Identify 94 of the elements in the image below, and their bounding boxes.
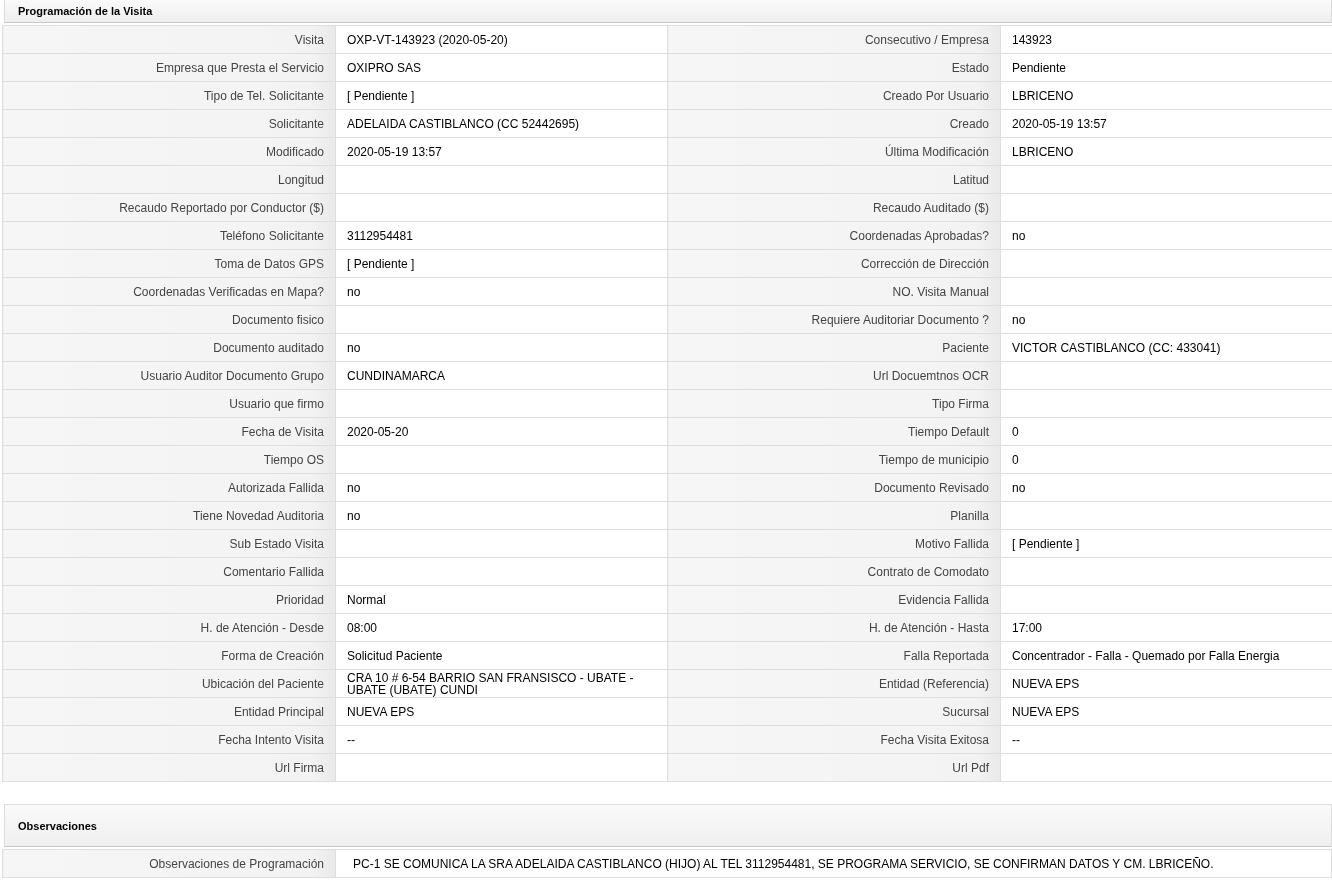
field-value: NUEVA EPS bbox=[335, 697, 668, 726]
field-value: NUEVA EPS bbox=[1000, 697, 1332, 726]
field-label: Contrato de Comodato bbox=[667, 557, 1001, 586]
field-label: Sucursal bbox=[667, 697, 1001, 726]
field-value: VICTOR CASTIBLANCO (CC: 433041) bbox=[1000, 333, 1332, 362]
field-value: CUNDINAMARCA bbox=[335, 361, 668, 390]
field-label: H. de Atención - Desde bbox=[2, 613, 336, 642]
field-label: Entidad (Referencia) bbox=[667, 669, 1001, 698]
section-title: Programación de la Visita bbox=[18, 5, 153, 17]
field-label: Coordenadas Verificadas en Mapa? bbox=[2, 277, 336, 306]
field-label: Planilla bbox=[667, 501, 1001, 530]
field-label: Entidad Principal bbox=[2, 697, 336, 726]
field-value: [ Pendiente ] bbox=[335, 81, 668, 110]
field-label: Tiene Novedad Auditoria bbox=[2, 501, 336, 530]
field-value: no bbox=[1000, 221, 1332, 250]
field-label: Coordenadas Aprobadas? bbox=[667, 221, 1001, 250]
field-value: Concentrador - Falla - Quemado por Falla Energia bbox=[1000, 641, 1332, 670]
field-value: 0 bbox=[1000, 417, 1332, 446]
field-value: 3112954481 bbox=[335, 221, 668, 250]
section-title: Observaciones bbox=[18, 819, 97, 832]
field-value: [ Pendiente ] bbox=[1000, 529, 1332, 558]
field-value: -- bbox=[335, 725, 668, 754]
field-label: Modificado bbox=[2, 137, 336, 166]
field-label: NO. Visita Manual bbox=[667, 277, 1001, 306]
field-label: Fecha Intento Visita bbox=[2, 725, 336, 754]
field-label: Usuario que firmo bbox=[2, 389, 336, 418]
field-label: Consecutivo / Empresa bbox=[667, 25, 1001, 54]
field-label: Documento fisico bbox=[2, 305, 336, 334]
field-value: no bbox=[335, 501, 668, 530]
field-label: Comentario Fallida bbox=[2, 557, 336, 586]
field-value: no bbox=[335, 277, 668, 306]
field-label: Estado bbox=[667, 53, 1001, 82]
field-label: Motivo Fallida bbox=[667, 529, 1001, 558]
field-value: OXIPRO SAS bbox=[335, 53, 668, 82]
field-label: Tiempo Default bbox=[667, 417, 1001, 446]
field-label: Documento auditado bbox=[2, 333, 336, 362]
field-value: [ Pendiente ] bbox=[335, 249, 668, 278]
field-label: Creado Por Usuario bbox=[667, 81, 1001, 110]
field-label: Toma de Datos GPS bbox=[2, 249, 336, 278]
field-label: Requiere Auditoriar Documento ? bbox=[667, 305, 1001, 334]
field-label: Latitud bbox=[667, 165, 1001, 194]
field-value: no bbox=[335, 333, 668, 362]
field-value: no bbox=[335, 473, 668, 502]
field-value: CRA 10 # 6-54 BARRIO SAN FRANSISCO - UBATE - UBATE (UBATE) CUNDI bbox=[335, 669, 668, 698]
field-value: 143923 bbox=[1000, 25, 1332, 54]
field-label: Tiempo OS bbox=[2, 445, 336, 474]
field-label: Forma de Creación bbox=[2, 641, 336, 670]
field-label: Autorizada Fallida bbox=[2, 473, 336, 502]
field-value: no bbox=[1000, 305, 1332, 334]
field-label: Longitud bbox=[2, 165, 336, 194]
field-value: no bbox=[1000, 473, 1332, 502]
field-value: LBRICENO bbox=[1000, 137, 1332, 166]
field-label: Última Modificación bbox=[667, 137, 1001, 166]
field-value: PC-1 SE COMUNICA LA SRA ADELAIDA CASTIBLANCO (HIJO) AL TEL 3112954481, SE PROGRAMA SERVICIO, SE CONFIRMAN DATOS Y CM. LBRICEÑO. bbox=[335, 849, 1332, 878]
field-value: Pendiente bbox=[1000, 53, 1332, 82]
field-label: Observaciones de Programación bbox=[2, 849, 336, 878]
field-label: Falla Reportada bbox=[667, 641, 1001, 670]
field-value: NUEVA EPS bbox=[1000, 669, 1332, 698]
field-label: Tipo Firma bbox=[667, 389, 1001, 418]
field-label: H. de Atención - Hasta bbox=[667, 613, 1001, 642]
field-label: Documento Revisado bbox=[667, 473, 1001, 502]
field-label: Prioridad bbox=[2, 585, 336, 614]
field-label: Recaudo Reportado por Conductor ($) bbox=[2, 193, 336, 222]
field-label: Url Firma bbox=[2, 753, 336, 782]
field-label: Creado bbox=[667, 109, 1001, 138]
field-label: Usuario Auditor Documento Grupo bbox=[2, 361, 336, 390]
field-label: Url Pdf bbox=[667, 753, 1001, 782]
field-label: Tiempo de municipio bbox=[667, 445, 1001, 474]
field-value: 08:00 bbox=[335, 613, 668, 642]
field-label: Paciente bbox=[667, 333, 1001, 362]
field-value: 2020-05-19 13:57 bbox=[1000, 109, 1332, 138]
field-label: Fecha Visita Exitosa bbox=[667, 725, 1001, 754]
field-label: Evidencia Fallida bbox=[667, 585, 1001, 614]
field-value: 17:00 bbox=[1000, 613, 1332, 642]
field-value: Solicitud Paciente bbox=[335, 641, 668, 670]
field-label: Url Docuemtnos OCR bbox=[667, 361, 1001, 390]
field-value: Normal bbox=[335, 585, 668, 614]
field-label: Tipo de Tel. Solicitante bbox=[2, 81, 336, 110]
field-label: Sub Estado Visita bbox=[2, 529, 336, 558]
field-label: Ubicación del Paciente bbox=[2, 669, 336, 698]
field-label: Corrección de Dirección bbox=[667, 249, 1001, 278]
field-label: Visita bbox=[2, 25, 336, 54]
field-value: 0 bbox=[1000, 445, 1332, 474]
field-value: ADELAIDA CASTIBLANCO (CC 52442695) bbox=[335, 109, 668, 138]
field-label: Recaudo Auditado ($) bbox=[667, 193, 1001, 222]
field-value: -- bbox=[1000, 725, 1332, 754]
field-value: LBRICENO bbox=[1000, 81, 1332, 110]
field-label: Fecha de Visita bbox=[2, 417, 336, 446]
field-label: Empresa que Presta el Servicio bbox=[2, 53, 336, 82]
field-label: Teléfono Solicitante bbox=[2, 221, 336, 250]
field-label: Solicitante bbox=[2, 109, 336, 138]
field-value: OXP-VT-143923 (2020-05-20) bbox=[335, 25, 668, 54]
field-value: 2020-05-19 13:57 bbox=[335, 137, 668, 166]
field-value: 2020-05-20 bbox=[335, 417, 668, 446]
